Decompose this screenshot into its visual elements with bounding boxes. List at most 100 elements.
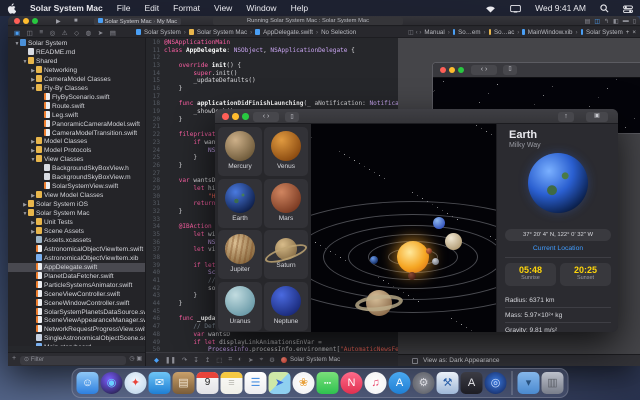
file-row-solarsystemplanetsdatasource-swift[interactable]: SolarSystemPlanetsDataSource.swift	[8, 308, 145, 317]
assistant-editor-button[interactable]: ◫	[594, 18, 600, 25]
planet-cell-neptune[interactable]: Neptune	[264, 282, 308, 331]
jump-item[interactable]: AppDelegate.swift	[263, 29, 313, 36]
simulate-location-icon[interactable]: ➤	[248, 356, 253, 364]
file-row-cameramodeltransition-swift[interactable]: CameraModelTransition.swift	[8, 129, 145, 138]
step-out-icon[interactable]: ↥	[205, 356, 210, 364]
dock-icon-xcode[interactable]: ⚒	[437, 372, 459, 394]
scene-body-neptune[interactable]	[433, 217, 445, 229]
minimize-button[interactable]	[232, 113, 239, 120]
file-row-view-model-classes[interactable]: ▶View Model Classes	[8, 191, 145, 200]
jump-item[interactable]: Solar System	[586, 29, 623, 36]
zoom-button[interactable]	[242, 113, 249, 120]
jump-item[interactable]: So…em	[458, 29, 480, 36]
add-file-button[interactable]: +	[12, 355, 16, 362]
control-center-icon[interactable]	[616, 3, 640, 13]
file-row-panoramiccameramodel-swift[interactable]: PanoramicCameraModel.swift	[8, 120, 145, 129]
menu-item-view[interactable]: View	[207, 3, 239, 13]
stop-button[interactable]: ■	[74, 18, 78, 24]
file-row-fly-by-classes[interactable]: ▼Fly-By Classes	[8, 84, 145, 93]
reports-navigator-icon[interactable]: ▤	[110, 29, 116, 37]
spotlight-search-icon[interactable]	[593, 3, 616, 13]
scene-body-jupiter[interactable]	[445, 233, 462, 250]
panel-toggle-icon[interactable]: ▣	[586, 112, 608, 122]
planet-cell-earth[interactable]: Earth	[218, 179, 262, 228]
symbols-navigator-icon[interactable]: ≡	[39, 29, 43, 37]
jump-item[interactable]: MainWindow.xib	[528, 29, 573, 36]
file-row-assets-xcassets[interactable]: Assets.xcassets	[8, 236, 145, 245]
appearance-icon[interactable]: ◐	[238, 356, 242, 364]
dock-icon-maps[interactable]: ➤	[269, 372, 291, 394]
dock-icon-app-store[interactable]: A	[389, 372, 411, 394]
dock-icon-safari[interactable]: ✦	[125, 372, 147, 394]
debug-panel-button[interactable]: ▬	[623, 18, 629, 25]
project-navigator-icon[interactable]: ▣	[14, 29, 20, 37]
planet-cell-mars[interactable]: Mars	[264, 179, 308, 228]
file-row-solar-system-mac[interactable]: ▼Solar System Mac	[8, 209, 145, 218]
tests-navigator-icon[interactable]: ◇	[74, 29, 79, 37]
navigator-panel-button[interactable]: ◧	[613, 18, 619, 25]
menu-item-edit[interactable]: Edit	[137, 3, 166, 13]
jump-item[interactable]: So…ac	[494, 29, 514, 36]
sidebar-toggle-icon[interactable]: ▯	[285, 112, 299, 122]
scene-body-mars[interactable]	[426, 248, 432, 254]
editor-jump-bar[interactable]: Solar System›Solar System Mac›AppDelegat…	[136, 29, 391, 36]
dock-icon-siri[interactable]: ◉	[101, 372, 123, 394]
menu-app-name[interactable]: Solar System Mac	[23, 3, 110, 13]
file-row-model-classes[interactable]: ▶Model Classes	[8, 137, 145, 146]
breakpoints-toggle-icon[interactable]: ◆	[154, 356, 159, 364]
scene-body-earth[interactable]	[370, 256, 378, 264]
dock-icon-solar-system-mac-app[interactable]: A	[461, 372, 483, 394]
dock-icon-messages[interactable]: ●●●	[317, 372, 339, 394]
planet-cell-venus[interactable]: Venus	[264, 127, 308, 176]
dock-icon-calendar[interactable]: 9	[197, 372, 219, 394]
file-row-solar-system[interactable]: ▼Solar System	[8, 39, 145, 48]
issues-navigator-icon[interactable]: ⚠	[62, 29, 68, 37]
file-row-scenewindowcontroller-swift[interactable]: SceneWindowController.swift	[8, 299, 145, 308]
file-row-flybyscenario-swift[interactable]: FlyByScenario.swift	[8, 93, 145, 102]
menu-item-file[interactable]: File	[110, 3, 138, 13]
dock-icon-mail[interactable]: ✉	[149, 372, 171, 394]
filter-input[interactable]: ⊙ Filter	[20, 356, 126, 365]
dock-icon-system-preferences[interactable]: ⚙	[413, 372, 435, 394]
minimize-button[interactable]	[23, 18, 29, 24]
jump-item[interactable]: Solar System Mac	[197, 29, 247, 36]
file-row-singleastronomicalobjectscene-scn[interactable]: SingleAstronomicalObjectScene.scn	[8, 334, 145, 343]
file-row-shared[interactable]: ▼Shared	[8, 57, 145, 66]
screenshot-icon[interactable]: ⌖	[259, 356, 263, 364]
display-icon[interactable]	[503, 3, 528, 13]
view-as-checkbox[interactable]	[412, 358, 418, 364]
file-row-planetdatafetcher-swift[interactable]: PlanetDataFetcher.swift	[8, 272, 145, 281]
running-process[interactable]: Solar System Mac	[281, 356, 340, 363]
jump-item[interactable]: Manual	[424, 29, 444, 36]
file-row-main-storyboard[interactable]: Main.storyboard	[8, 343, 145, 346]
file-row-sceneviewcontroller-swift[interactable]: SceneViewController.swift	[8, 290, 145, 299]
menu-item-window[interactable]: Window	[239, 3, 283, 13]
settings-icon[interactable]: ⚙	[269, 356, 275, 364]
step-over-icon[interactable]: ↷	[182, 356, 187, 364]
standard-editor-button[interactable]: ▤	[585, 18, 591, 25]
file-row-solar-system-ios[interactable]: ▶Solar System iOS	[8, 200, 145, 209]
dock-icon-contacts[interactable]: ▤	[173, 372, 195, 394]
file-row-model-protocols[interactable]: ▶Model Protocols	[8, 146, 145, 155]
scene-body-mercury[interactable]	[408, 272, 416, 280]
dock-icon-reminders[interactable]: ☰	[245, 372, 267, 394]
dock-icon-itunes[interactable]: ♫	[365, 372, 387, 394]
step-into-icon[interactable]: ↧	[193, 356, 198, 364]
jump-item[interactable]: No Selection	[321, 29, 356, 36]
version-editor-button[interactable]: ↰	[604, 18, 609, 25]
current-location-link[interactable]: Current Location	[497, 245, 618, 252]
inspector-panel-button[interactable]: ▯	[633, 18, 636, 25]
scheme-selector[interactable]: Solar System Mac › My Mac	[94, 18, 181, 25]
file-row-leg-swift[interactable]: Leg.swift	[8, 111, 145, 120]
file-row-backgroundskyboxview-m[interactable]: BackgroundSkyBoxView.m	[8, 173, 145, 182]
memory-graph-icon[interactable]: ⌗	[228, 356, 232, 364]
close-button[interactable]	[222, 113, 229, 120]
view-hierarchy-icon[interactable]: ⬚	[216, 356, 222, 364]
solar-system-scene[interactable]	[311, 124, 496, 332]
zoom-button[interactable]	[32, 18, 38, 24]
apple-menu-icon[interactable]	[0, 2, 23, 13]
file-row-sceneviewappearancemanager-swift[interactable]: SceneViewAppearanceManager.swift	[8, 316, 145, 325]
dock-icon-news[interactable]: N	[341, 372, 363, 394]
filter-options-icons[interactable]: ◷ ▣	[129, 355, 142, 362]
close-button[interactable]	[14, 18, 20, 24]
